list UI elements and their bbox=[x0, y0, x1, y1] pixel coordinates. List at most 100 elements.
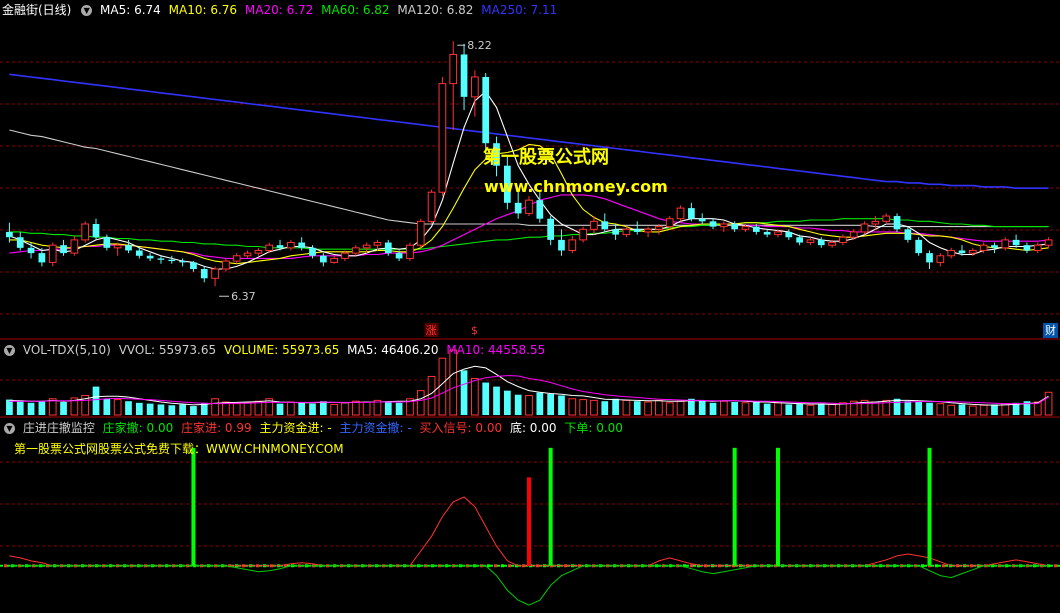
volume-bar bbox=[438, 357, 447, 416]
candle-body bbox=[113, 244, 122, 249]
volume-bar bbox=[579, 399, 587, 416]
candle-body bbox=[882, 215, 891, 222]
candle-body bbox=[243, 252, 252, 257]
candle-body bbox=[698, 218, 706, 222]
volume-bar bbox=[362, 401, 371, 416]
volume-bar bbox=[384, 401, 392, 415]
volume-bar bbox=[179, 404, 186, 415]
volume-bar bbox=[590, 399, 598, 416]
volume-bar bbox=[936, 403, 945, 416]
ma60-value: MA60: 6.82 bbox=[321, 3, 390, 17]
red-signal-bar bbox=[527, 477, 531, 566]
candle-body bbox=[482, 76, 490, 144]
candle-body bbox=[968, 249, 977, 254]
volume-bar bbox=[6, 399, 13, 415]
volume-bar bbox=[698, 400, 706, 415]
candle-body bbox=[612, 229, 619, 235]
volume-bar bbox=[558, 395, 565, 415]
price-header: 金融街(日线) ▼ MA5: 6.74 MA10: 6.76 MA20: 6.7… bbox=[0, 0, 561, 20]
zhuli-che-value: 主力资金撤: - bbox=[339, 421, 412, 435]
candle-body bbox=[438, 83, 447, 193]
candle-body bbox=[731, 223, 739, 230]
volume-bar bbox=[298, 402, 306, 415]
volume-bar bbox=[828, 403, 836, 416]
candle-body bbox=[904, 229, 912, 240]
volume-bar bbox=[341, 402, 349, 416]
volume-bar bbox=[146, 403, 154, 415]
finance-badge[interactable]: 财 bbox=[1043, 323, 1058, 338]
volume-bar bbox=[785, 404, 793, 415]
green-signal-bar bbox=[927, 447, 932, 566]
volume-bar bbox=[103, 398, 111, 415]
volume-bar bbox=[947, 404, 956, 416]
candle-body bbox=[1023, 245, 1031, 251]
zhuang-jin-value: 庄家进: 0.99 bbox=[181, 421, 252, 435]
candle-body bbox=[817, 239, 825, 246]
candle-body bbox=[839, 236, 847, 244]
volume-bar bbox=[612, 398, 619, 415]
green-signal-bar bbox=[732, 447, 737, 566]
volume-bar bbox=[655, 399, 663, 416]
candle-body bbox=[48, 244, 57, 263]
volume-ma5-value: MA5: 46406.20 bbox=[347, 343, 439, 357]
volume-bar bbox=[871, 401, 880, 416]
candle-body bbox=[6, 231, 13, 238]
candle-body bbox=[601, 221, 609, 230]
zero-dot bbox=[942, 564, 945, 568]
candle-body bbox=[763, 231, 771, 235]
chevron-down-icon[interactable]: ▼ bbox=[81, 5, 93, 16]
volume-bar bbox=[839, 402, 847, 416]
volume-bar bbox=[665, 402, 674, 416]
candle-body bbox=[395, 253, 403, 259]
zero-dot bbox=[935, 564, 938, 568]
candle-body bbox=[871, 220, 880, 225]
volume-indicator-name: VOL-TDX(5,10) bbox=[22, 343, 111, 357]
ma120-value: MA120: 6.82 bbox=[397, 3, 474, 17]
chevron-down-icon[interactable]: ▼ bbox=[4, 423, 15, 434]
volume-bar bbox=[351, 400, 360, 416]
volume-bar bbox=[416, 390, 425, 416]
volume-bar bbox=[16, 400, 24, 415]
candle-body bbox=[915, 239, 923, 254]
stock-title: 金融街(日线) bbox=[2, 3, 72, 17]
candle-body bbox=[644, 228, 652, 233]
candle-body bbox=[947, 249, 956, 257]
volume-bar bbox=[395, 402, 403, 415]
chevron-down-icon[interactable]: ▼ bbox=[4, 345, 15, 356]
candle-body bbox=[849, 231, 858, 238]
candle-body bbox=[1001, 239, 1010, 249]
candle-body bbox=[92, 223, 100, 238]
volume-bar bbox=[157, 404, 165, 415]
candle-body bbox=[665, 218, 674, 228]
indicator-subtitle: 第一股票公式网股票公式免费下载：WWW.CHNMONEY.COM bbox=[14, 442, 344, 456]
ma60-line bbox=[9, 218, 1049, 250]
low-price-label: 6.37 bbox=[231, 290, 256, 303]
zero-dot bbox=[501, 564, 504, 568]
volume-bar bbox=[471, 377, 479, 416]
candle-body bbox=[1044, 239, 1053, 246]
s-marker: $ bbox=[471, 324, 478, 337]
zero-dot bbox=[690, 564, 693, 568]
candle-body bbox=[211, 268, 219, 279]
candlestick-chart[interactable]: 8.22 6.37 涨 $ bbox=[0, 0, 1060, 340]
volume-bar bbox=[644, 401, 652, 416]
buy-signal-value: 买入信号: 0.00 bbox=[419, 421, 503, 435]
watermark-url: www.chnmoney.com bbox=[484, 177, 668, 196]
volume-bar bbox=[427, 375, 436, 416]
green-signal-bar bbox=[775, 447, 780, 566]
candle-body bbox=[190, 262, 197, 270]
volume-bar bbox=[243, 402, 252, 416]
zero-dot bbox=[1054, 564, 1057, 568]
candle-body bbox=[16, 237, 24, 248]
candle-body bbox=[633, 229, 641, 232]
volume-bar bbox=[676, 400, 685, 416]
candle-body bbox=[676, 207, 685, 220]
candle-body bbox=[70, 239, 79, 254]
volume-bar bbox=[991, 404, 998, 415]
volume-bar bbox=[709, 402, 717, 415]
candle-body bbox=[125, 245, 132, 251]
candle-body bbox=[38, 253, 46, 263]
volume-bar bbox=[633, 401, 641, 415]
candle-body bbox=[60, 245, 67, 254]
candle-body bbox=[958, 250, 966, 254]
